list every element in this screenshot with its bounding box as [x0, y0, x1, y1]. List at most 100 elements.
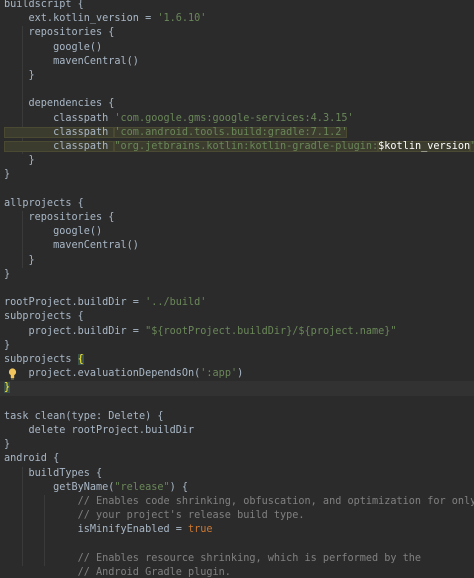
code-line[interactable]: } — [0, 268, 474, 282]
code-line[interactable]: } — [0, 339, 474, 353]
code-text: } — [4, 254, 35, 268]
code-text: isMinifyEnabled = true — [4, 523, 213, 537]
code-token: android { — [4, 453, 60, 465]
code-token: classpath — [4, 141, 115, 152]
code-text: task clean(type: Delete) { — [4, 410, 163, 424]
code-token: subprojects — [4, 354, 78, 365]
code-token: google() — [4, 41, 103, 53]
code-text: // your project's release build type. — [4, 509, 305, 523]
code-token: allprojects { — [4, 197, 84, 209]
code-token: repositories { — [4, 27, 115, 39]
code-line[interactable]: // Enables resource shrinking, which is … — [0, 552, 474, 566]
code-text: } — [4, 339, 10, 353]
code-line[interactable]: android { — [0, 452, 474, 466]
code-token: // Android Gradle plugin. — [4, 567, 231, 578]
code-line[interactable]: classpath "org.jetbrains.kotlin:kotlin-g… — [0, 140, 474, 154]
code-text: } — [4, 69, 35, 83]
code-line[interactable]: isMinifyEnabled = true — [0, 523, 474, 537]
code-line[interactable]: project.buildDir = "${rootProject.buildD… — [0, 325, 474, 339]
code-line[interactable]: mavenCentral() — [0, 55, 474, 69]
code-line[interactable]: mavenCentral() — [0, 239, 474, 253]
code-token: google() — [4, 226, 103, 238]
code-line[interactable]: delete rootProject.buildDir — [0, 424, 474, 438]
code-token: "release" — [114, 481, 170, 493]
code-token: "${rootProject.buildDir}/${project.name}… — [145, 325, 397, 337]
code-line[interactable]: } — [0, 154, 474, 168]
lightbulb-icon[interactable] — [8, 368, 17, 380]
code-text: subprojects { — [4, 353, 84, 367]
code-line[interactable]: // Enables code shrinking, obfuscation, … — [0, 495, 474, 509]
code-text: rootProject.buildDir = '../build' — [4, 296, 206, 310]
code-token: 'com.google.gms:google-services:4.3.15' — [114, 112, 354, 124]
code-line[interactable]: } — [0, 69, 474, 83]
code-token: // your project's release build type. — [4, 510, 305, 522]
code-line[interactable]: // your project's release build type. — [0, 509, 474, 523]
code-token: " — [470, 141, 474, 152]
code-line[interactable] — [0, 183, 474, 197]
code-token: $kotlin_version — [378, 141, 471, 152]
code-token: classpath — [4, 126, 115, 138]
code-token: } — [4, 439, 11, 451]
code-token: } — [4, 169, 11, 181]
code-line[interactable] — [0, 282, 474, 296]
code-line[interactable]: classpath 'com.android.tools.build:gradl… — [0, 126, 474, 140]
code-token: } — [4, 254, 35, 266]
code-line[interactable]: classpath 'com.google.gms:google-service… — [0, 112, 474, 126]
code-line[interactable]: project.evaluationDependsOn(':app') — [0, 367, 474, 381]
code-line[interactable]: repositories { — [0, 26, 474, 40]
code-line[interactable]: subprojects { — [0, 353, 474, 367]
code-token: classpath — [4, 112, 115, 124]
code-token: repositories { — [4, 212, 115, 223]
code-token: { — [77, 354, 84, 365]
code-text: project.buildDir = "${rootProject.buildD… — [4, 325, 397, 339]
code-line[interactable]: buildscript { — [0, 0, 474, 12]
code-text: google() — [4, 225, 102, 239]
code-line[interactable] — [0, 538, 474, 552]
code-text: repositories { — [4, 211, 115, 225]
code-text: // Enables resource shrinking, which is … — [4, 552, 421, 566]
code-text: mavenCentral() — [4, 55, 139, 69]
code-token: ext.kotlin_version = — [4, 13, 158, 25]
code-text: dependencies { — [4, 97, 115, 111]
code-line[interactable]: repositories { — [0, 211, 474, 225]
code-token: : Delete) { — [96, 410, 164, 422]
code-text: } — [4, 381, 11, 395]
code-line[interactable]: dependencies { — [0, 97, 474, 111]
code-token: mavenCentral() — [4, 240, 139, 252]
code-line[interactable] — [0, 83, 474, 97]
code-text: // Android Gradle plugin. — [4, 566, 231, 578]
code-token: } — [4, 70, 35, 81]
code-token: 'com.android.tools.build:gradle:7.1.2' — [114, 126, 348, 138]
code-token: ':app' — [200, 368, 238, 380]
code-line[interactable]: google() — [0, 41, 474, 55]
code-line[interactable]: ext.kotlin_version = '1.6.10' — [0, 12, 474, 26]
code-line[interactable] — [0, 396, 474, 410]
code-token: // Enables resource shrinking, which is … — [4, 552, 422, 564]
code-text: classpath 'com.google.gms:google-service… — [4, 112, 354, 126]
code-token: delete rootProject.buildDir — [4, 425, 195, 436]
code-line[interactable]: task clean(type: Delete) { — [0, 410, 474, 424]
code-line[interactable]: rootProject.buildDir = '../build' — [0, 296, 474, 310]
code-token: } — [4, 268, 11, 280]
code-text: } — [4, 268, 10, 282]
code-editor[interactable]: buildscript { ext.kotlin_version = '1.6.… — [0, 0, 474, 578]
code-line[interactable]: getByName("release") { — [0, 481, 474, 495]
code-token: buildTypes { — [4, 467, 103, 479]
code-line[interactable]: } — [0, 381, 474, 396]
code-text: } — [4, 168, 10, 182]
code-token: project.evaluationDependsOn( — [4, 368, 201, 380]
code-line[interactable]: } — [0, 168, 474, 182]
code-line[interactable]: } — [0, 254, 474, 268]
code-line[interactable]: subprojects { — [0, 310, 474, 324]
code-text: repositories { — [4, 26, 115, 40]
code-line[interactable]: buildTypes { — [0, 467, 474, 481]
code-line[interactable]: allprojects { — [0, 197, 474, 211]
code-line[interactable]: } — [0, 438, 474, 452]
code-token: } — [4, 382, 11, 394]
code-text: classpath 'com.android.tools.build:gradl… — [4, 126, 348, 140]
code-token: ) — [237, 368, 244, 380]
code-text: } — [4, 438, 10, 452]
code-line[interactable]: google() — [0, 225, 474, 239]
code-text: classpath "org.jetbrains.kotlin:kotlin-g… — [4, 140, 474, 154]
code-line[interactable]: // Android Gradle plugin. — [0, 566, 474, 578]
